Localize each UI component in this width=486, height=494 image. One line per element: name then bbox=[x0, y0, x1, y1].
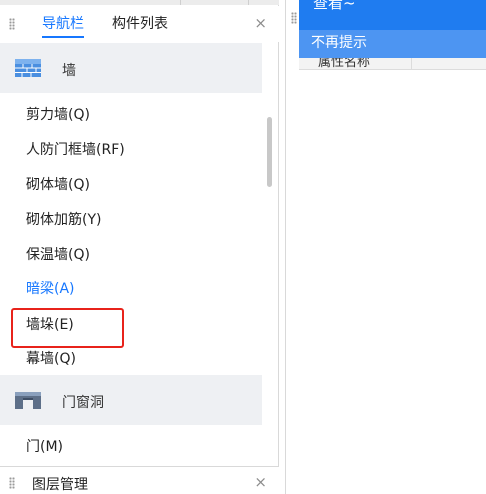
nav-item-masonry-wall[interactable]: 砌体墙(Q) bbox=[26, 174, 90, 194]
group-label: 门窗洞 bbox=[62, 395, 104, 411]
drag-handle-icon[interactable] bbox=[9, 477, 15, 489]
nav-item-insulation-wall[interactable]: 保温墙(Q) bbox=[26, 244, 90, 264]
dont-show-again-button[interactable]: 不再提示 bbox=[299, 30, 486, 58]
strip-divider bbox=[248, 0, 249, 5]
panel-top-strip bbox=[0, 0, 279, 5]
drag-handle-icon[interactable] bbox=[9, 18, 15, 30]
nav-item-masonry-reinforcement[interactable]: 砌体加筋(Y) bbox=[26, 209, 101, 229]
tip-popup: 查看~ 不再提示 bbox=[299, 0, 486, 58]
panel-header: 导航栏 构件列表 × bbox=[0, 6, 279, 42]
scrollbar-thumb[interactable] bbox=[267, 117, 272, 187]
nav-item-door[interactable]: 门(M) bbox=[26, 436, 63, 456]
navigation-panel: 导航栏 构件列表 × 墙 剪力墙(Q) 人防门框墙(RF) 砌体墙(Q) 砌体加… bbox=[0, 0, 279, 494]
tab-component-list[interactable]: 构件列表 bbox=[112, 14, 168, 38]
navigation-tree: 墙 剪力墙(Q) 人防门框墙(RF) 砌体墙(Q) 砌体加筋(Y) 保温墙(Q)… bbox=[0, 42, 279, 462]
wall-icon bbox=[15, 59, 41, 77]
nav-item-curtain-wall[interactable]: 幕墙(Q) bbox=[26, 348, 76, 368]
drag-handle-icon[interactable] bbox=[291, 12, 297, 24]
close-icon[interactable]: × bbox=[254, 473, 267, 491]
strip-divider bbox=[180, 0, 181, 5]
properties-panel: 属性名称 bbox=[285, 0, 486, 494]
layer-panel-title[interactable]: 图层管理 bbox=[32, 474, 88, 494]
group-header-wall[interactable]: 墙 bbox=[0, 43, 262, 93]
group-header-door-window-opening[interactable]: 门窗洞 bbox=[0, 375, 262, 425]
tip-message: 查看~ bbox=[313, 0, 356, 12]
nav-item-shear-wall[interactable]: 剪力墙(Q) bbox=[26, 104, 90, 124]
door-window-opening-icon bbox=[15, 392, 41, 409]
close-icon[interactable]: × bbox=[254, 14, 267, 32]
nav-item-wall-pier[interactable]: 墙垛(E) bbox=[26, 314, 74, 334]
tab-navigation[interactable]: 导航栏 bbox=[42, 14, 84, 38]
nav-item-civil-defense-door-frame-wall[interactable]: 人防门框墙(RF) bbox=[26, 139, 125, 159]
nav-item-hidden-beam[interactable]: 暗梁(A) bbox=[26, 278, 75, 298]
layer-panel-header: 图层管理 × bbox=[0, 466, 279, 494]
group-label: 墙 bbox=[62, 63, 76, 79]
